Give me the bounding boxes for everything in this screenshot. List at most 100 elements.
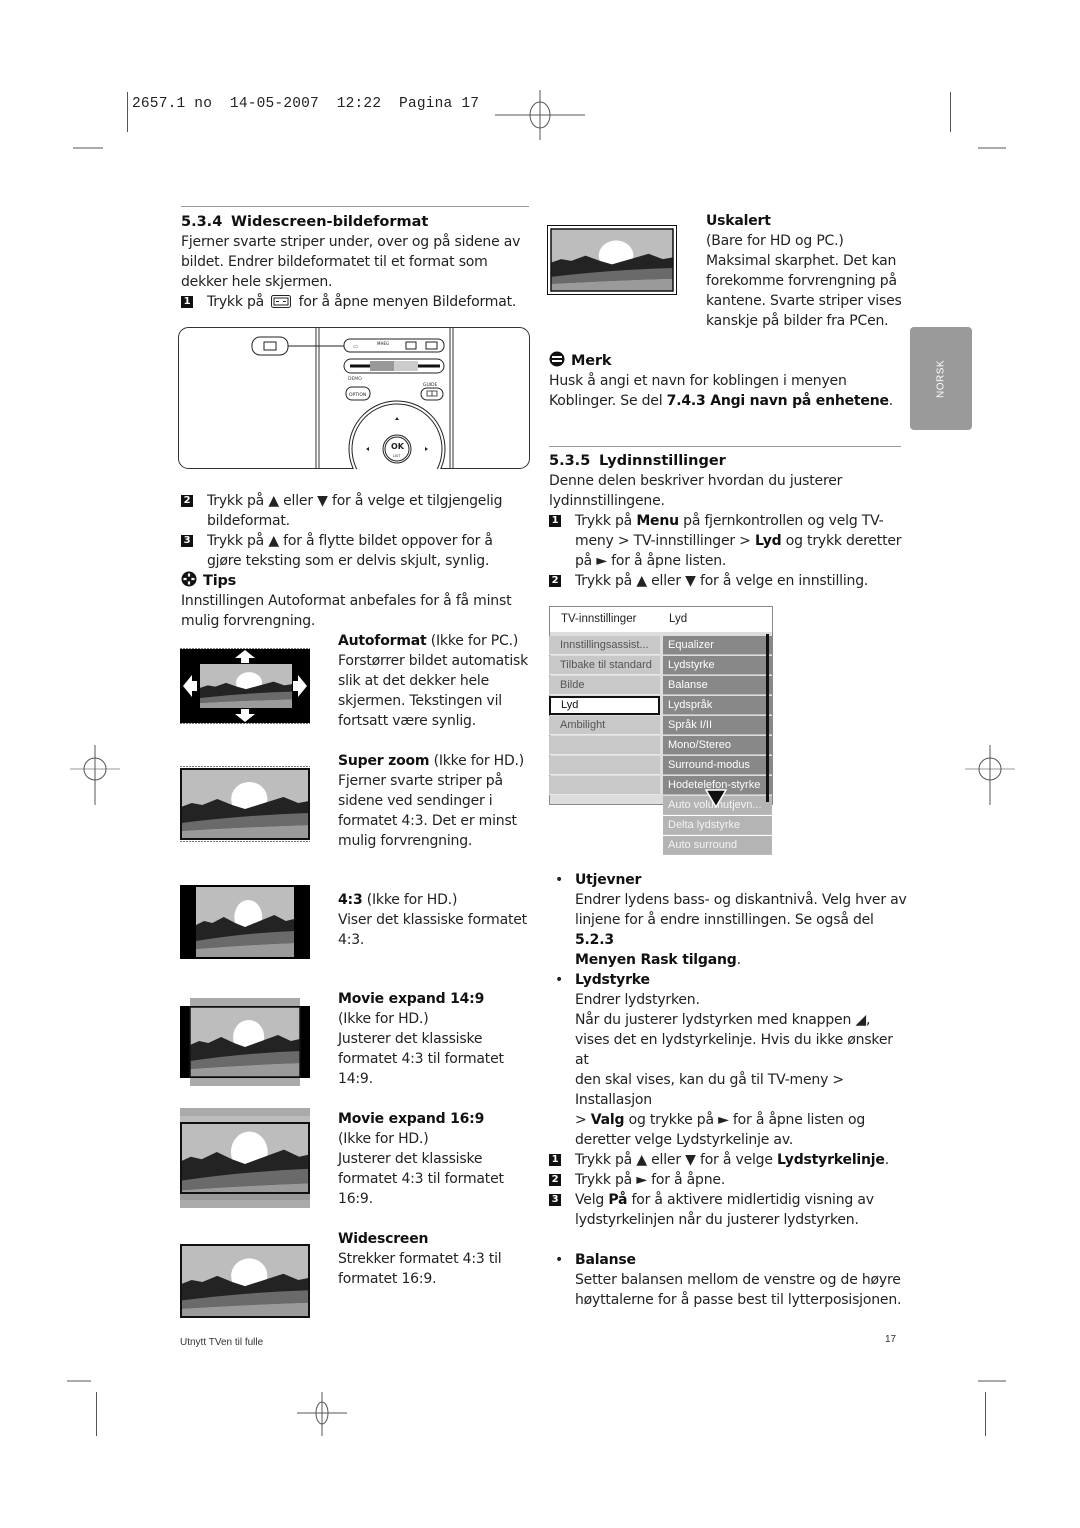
step-text: . (884, 1152, 889, 1168)
ok-label: OK (391, 442, 405, 451)
format-desc: Justerer det klassiske (338, 1031, 483, 1047)
tips-heading: Tips (181, 571, 531, 591)
section-number: 5.3.5 (549, 453, 591, 469)
menu-left-item-empty (549, 776, 660, 795)
format-superzoom: Super zoom (Ikke for HD.) Fjerner svarte… (338, 751, 533, 851)
menu-right-item[interactable]: Lydspråk (663, 696, 772, 715)
format-name: Autoformat (338, 633, 427, 649)
intro-line: Denne delen beskriver hvordan du justere… (549, 473, 843, 489)
tips-title: Tips (203, 573, 237, 589)
section-heading-534: 5.3.4 Widescreen-bildeformat (181, 212, 428, 232)
step-text: Velg (575, 1192, 609, 1208)
bullet-text: Endrer lydens bass- og diskantnivå. Velg… (575, 892, 907, 908)
bullet-text: høyttalerne for å passe best til lytterp… (575, 1292, 902, 1308)
step-text: Trykk på ► for å åpne. (575, 1172, 726, 1188)
format-desc: (Ikke for HD.) (338, 1011, 429, 1027)
step-text: for å aktivere midlertidig visning av (627, 1192, 874, 1208)
bullet-text: linjene for å endre innstillingen. Se og… (575, 912, 874, 928)
note-text-part: Koblinger. Se del (549, 393, 667, 409)
menu-right-item[interactable]: Delta lydstyrke (663, 816, 772, 835)
note-icon (549, 351, 565, 367)
section-rule (549, 446, 901, 447)
step-text: for å åpne menyen Bildeformat. (298, 294, 517, 310)
intro-line: dekker hele skjermen. (181, 274, 333, 290)
tips-text: mulig forvrengning. (181, 613, 316, 629)
registration-mark (297, 1392, 347, 1436)
menu-right-item[interactable]: Balanse (663, 676, 772, 695)
page-number: 17 (885, 1334, 897, 1345)
bullet-text: . (736, 952, 741, 968)
step-number: 3 (181, 535, 193, 547)
registration-mark (495, 90, 585, 140)
menu-right-item[interactable]: Lydstyrke (663, 656, 772, 675)
format-desc: Maksimal skarphet. Det kan (706, 253, 897, 269)
format-name: 4:3 (338, 892, 363, 908)
menu-scrollbar[interactable] (766, 634, 769, 802)
widescreen-thumbnail (180, 1244, 310, 1318)
section-number: 5.3.4 (181, 214, 223, 230)
format-button-icon (271, 295, 292, 308)
bullet-text: og trykke på ► for å åpne listen og (624, 1112, 866, 1128)
note-text: Husk å angi et navn for koblingen i meny… (549, 373, 847, 389)
format-uskalert: Uskalert (Bare for HD og PC.) Maksimal s… (706, 211, 906, 331)
step-text: Trykk på ▲ eller ▼ for å velge (575, 1152, 778, 1168)
menu-left-item-selected[interactable]: Lyd (549, 696, 660, 715)
step-3: 3 Velg På for å aktivere midlertidig vis… (549, 1190, 909, 1230)
format-desc: kantene. Svarte striper vises (706, 293, 902, 309)
guide-label: GUIDE (423, 382, 438, 388)
menu-key: Valg (590, 1112, 625, 1128)
step-number: 2 (181, 495, 193, 507)
menu-left-item[interactable]: Innstillingsassist... (549, 636, 660, 655)
bullet-text: Når du justerer lydstyrken med knappen ◢… (575, 1012, 871, 1028)
menu-key: Lydstyrkelinje (777, 1152, 885, 1168)
menu-right-item[interactable]: Auto surround (663, 836, 772, 855)
step-number: 2 (549, 1174, 561, 1186)
format-desc: formatet 4:3 til formatet (338, 1051, 504, 1067)
menu-right-item[interactable]: Equalizer (663, 636, 772, 655)
bullet-text: > (575, 1112, 591, 1128)
language-tab: NORSK (910, 327, 972, 430)
step-1: 1 Trykk på for å åpne menyen Bildeformat… (181, 292, 531, 312)
section-534-intro: Fjerner svarte striper under, over og på… (181, 232, 531, 312)
bullet-text: vises det en lydstyrkelinje. Hvis du ikk… (575, 1032, 893, 1068)
menu-right-item[interactable]: Mono/Stereo (663, 736, 772, 755)
registration-mark (70, 745, 120, 805)
step-2: 2 Trykk på ▲ eller ▼ for å velge et tilg… (181, 491, 531, 531)
note-text-part: . (888, 393, 894, 409)
step-text: Trykk på ▲ for å flytte bildet oppover f… (207, 533, 493, 549)
menu-left-item[interactable]: Ambilight (549, 716, 660, 735)
registration-mark (965, 745, 1015, 805)
step-text: gjøre teksting som er delvis skjult, syn… (207, 553, 490, 569)
crop-mark (73, 147, 103, 149)
intro-line: lydinnstillingene. (549, 493, 665, 509)
format-desc: formatet 16:9. (338, 1271, 437, 1287)
format-name: Movie expand 16:9 (338, 1111, 485, 1127)
scroll-down-arrow-icon[interactable] (704, 788, 728, 808)
format-name: Movie expand 14:9 (338, 991, 485, 1007)
option-label: OPTION (349, 392, 366, 398)
bullet-text: Endrer lydstyrken. (575, 992, 700, 1008)
format-desc: (Bare for HD og PC.) (706, 233, 844, 249)
format-desc: formatet 4:3. Det er minst (338, 813, 517, 829)
sound-settings-list: Utjevner Endrer lydens bass- og diskantn… (549, 870, 909, 1310)
step-text: Trykk på (207, 294, 265, 310)
step-text: Trykk på (575, 513, 637, 529)
superzoom-thumbnail (180, 766, 310, 842)
step-text: lydstyrkelinjen når du justerer lydstyrk… (575, 1212, 859, 1228)
menu-left-item[interactable]: Bilde (549, 676, 660, 695)
step-text: på fjernkontrollen og velg TV- (678, 513, 884, 529)
format-desc: (Ikke for HD.) (338, 1131, 429, 1147)
section-title: Lydinnstillinger (599, 453, 726, 469)
language-tab-label: NORSK (935, 359, 947, 398)
uskalert-thumbnail (547, 225, 677, 295)
format-4-3-thumbnail (180, 885, 310, 959)
menu-key: Lyd (754, 533, 782, 549)
format-desc: 14:9. (338, 1071, 373, 1087)
format-desc: Viser det klassiske formatet (338, 912, 527, 928)
format-movie-expand-14-9: Movie expand 14:9 (Ikke for HD.) Justere… (338, 989, 533, 1089)
menu-left-item[interactable]: Tilbake til standard (549, 656, 660, 675)
format-note: (Ikke for HD.) (429, 753, 525, 769)
svg-text:MHEG: MHEG (377, 341, 389, 346)
menu-right-item[interactable]: Språk I/II (663, 716, 772, 735)
menu-right-item[interactable]: Surround-modus (663, 756, 772, 775)
